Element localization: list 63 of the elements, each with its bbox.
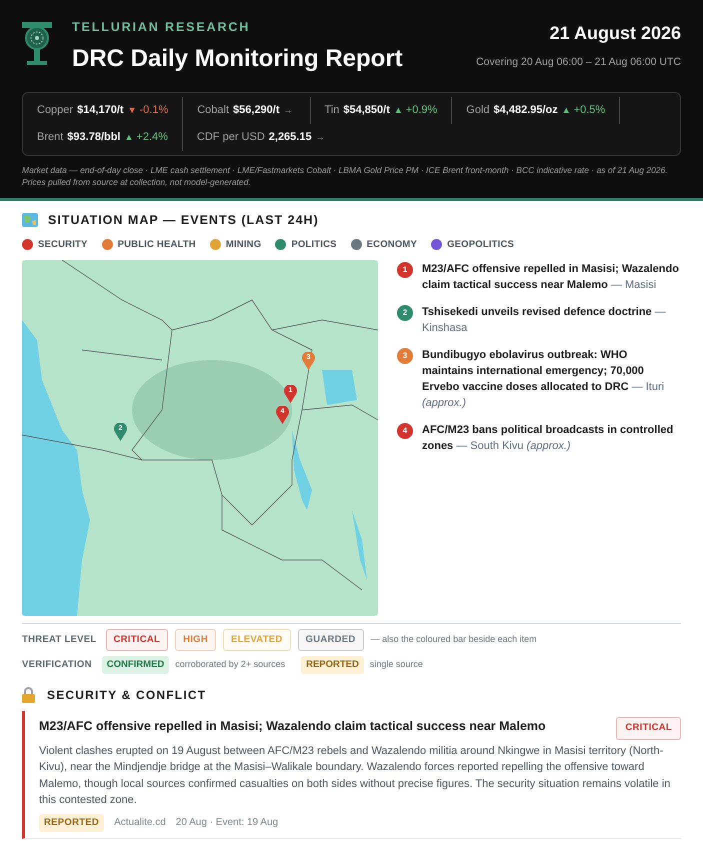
legend-label: GEOPOLITICS <box>447 238 514 252</box>
event-number-marker: 4 <box>397 422 413 439</box>
price-change: +0.9% <box>406 103 438 118</box>
threat-level-badge: GUARDED <box>298 628 364 651</box>
section-heading: SITUATION MAP — EVENTS (LAST 24H) <box>48 212 319 229</box>
price-change: -0.1% <box>139 103 168 118</box>
event-summary: Tshisekedi unveils revised defence doctrine — Kinshasa <box>422 304 667 336</box>
trend-arrow-icon: → <box>316 130 325 144</box>
report-date: 21 August 2026 <box>548 22 681 45</box>
event-summary: AFC/M23 bans political broadcasts in controlled zones — South Kivu (approx.) <box>422 422 674 454</box>
verification-note: single source <box>370 658 423 672</box>
trend-arrow-icon: ▲ <box>394 104 403 117</box>
legend-label: SECURITY <box>38 238 88 252</box>
legend-label: MINING <box>226 238 262 252</box>
event-summary: M23/AFC offensive repelled in Masisi; Wazalendo claim tactical success near Malemo — Masisi <box>422 262 680 293</box>
threat-level-note: — also the coloured bar beside each item <box>370 633 537 646</box>
news-body: Violent clashes erupted on 19 August between AFC/M23 rebels and Wazalendo militia around Nkingwe in Masisi territory (North-Kivu), near the Mindjendje bridge at the Masisi–Walikale boundary. Wazalendo forces reported repelling the offensive toward Malemo, though local sources confirmed casualties on both sides without precise figures. The security situation remains volatile in this contested zone. <box>39 744 672 808</box>
event-number-marker: 2 <box>397 304 413 321</box>
threat-level-label: THREAT LEVEL <box>22 632 96 647</box>
market-data-note: Market data — end-of-day close · LME cash settlement · LME/Fastmarkets Cobalt · LBMA Gold Price PM · ICE Brent front-month · BCC indicative rate · as of 21 Aug 2026. Prices pulled from source at collection, not model-generated. <box>22 164 669 188</box>
commodity-price: 2,265.15 <box>268 130 312 145</box>
commodity-name: Tin <box>324 103 340 118</box>
news-headline: M23/AFC offensive repelled in Masisi; Wazalendo claim tactical success near Malemo <box>39 718 546 736</box>
coverage-period: Covering 20 Aug 06:00 – 21 Aug 06:00 UTC <box>476 55 681 70</box>
news-dates: 20 Aug · Event: 19 Aug <box>176 816 278 830</box>
section-heading: SECURITY & CONFLICT <box>47 687 206 704</box>
verification-badge: CONFIRMED <box>102 656 170 674</box>
threat-level-badge: HIGH <box>175 628 216 651</box>
legend-label: POLITICS <box>291 238 337 252</box>
threat-level-badge: ELEVATED <box>223 628 291 651</box>
event-number-marker: 1 <box>397 262 413 278</box>
commodity-price: $54,850/t <box>343 103 390 118</box>
commodity-price: $93.78/bbl <box>67 130 120 145</box>
brand-name: TELLURIAN RESEARCH <box>72 19 252 36</box>
event-number-marker: 3 <box>397 348 413 364</box>
trend-arrow-icon: ▲ <box>124 130 134 144</box>
legend-label: ECONOMY <box>366 238 418 252</box>
verification-label: VERIFICATION <box>22 658 92 672</box>
event-summary: Bundibugyo ebolavirus outbreak: WHO maintains international emergency; 70,000 Ervebo vaccine doses allocated to DRC — Ituri (approx.) <box>422 348 666 411</box>
commodity-price: $4,482.95/oz <box>494 103 558 118</box>
verification-badge: REPORTED <box>301 656 364 674</box>
commodity-price: $14,170/t <box>77 103 124 118</box>
report-title: DRC Daily Monitoring Report <box>72 44 404 74</box>
commodity-name: Copper <box>37 103 74 118</box>
commodity-price: $56,290/t <box>233 103 280 118</box>
commodity-name: CDF per USD <box>196 130 265 145</box>
padlock-icon <box>22 687 35 704</box>
threat-level-badge: CRITICAL <box>106 628 168 651</box>
verification-note: corroborated by 2+ sources <box>175 658 286 672</box>
trend-arrow-icon: ▼ <box>128 104 136 117</box>
threat-level-badge: CRITICAL <box>616 717 681 740</box>
trend-arrow-icon: → <box>284 104 293 117</box>
trend-arrow-icon: ▲ <box>562 104 571 117</box>
price-change: +0.5% <box>574 103 606 118</box>
legend-label: PUBLIC HEALTH <box>118 238 196 252</box>
map-icon <box>22 213 38 228</box>
news-source: Actualite.cd <box>114 816 166 830</box>
price-change: +2.4% <box>136 130 168 145</box>
commodity-name: Brent <box>37 130 64 145</box>
commodity-name: Cobalt <box>197 103 230 118</box>
tower-logo-icon <box>22 22 52 66</box>
commodity-name: Gold <box>466 103 490 118</box>
verification-badge: REPORTED <box>39 814 104 832</box>
